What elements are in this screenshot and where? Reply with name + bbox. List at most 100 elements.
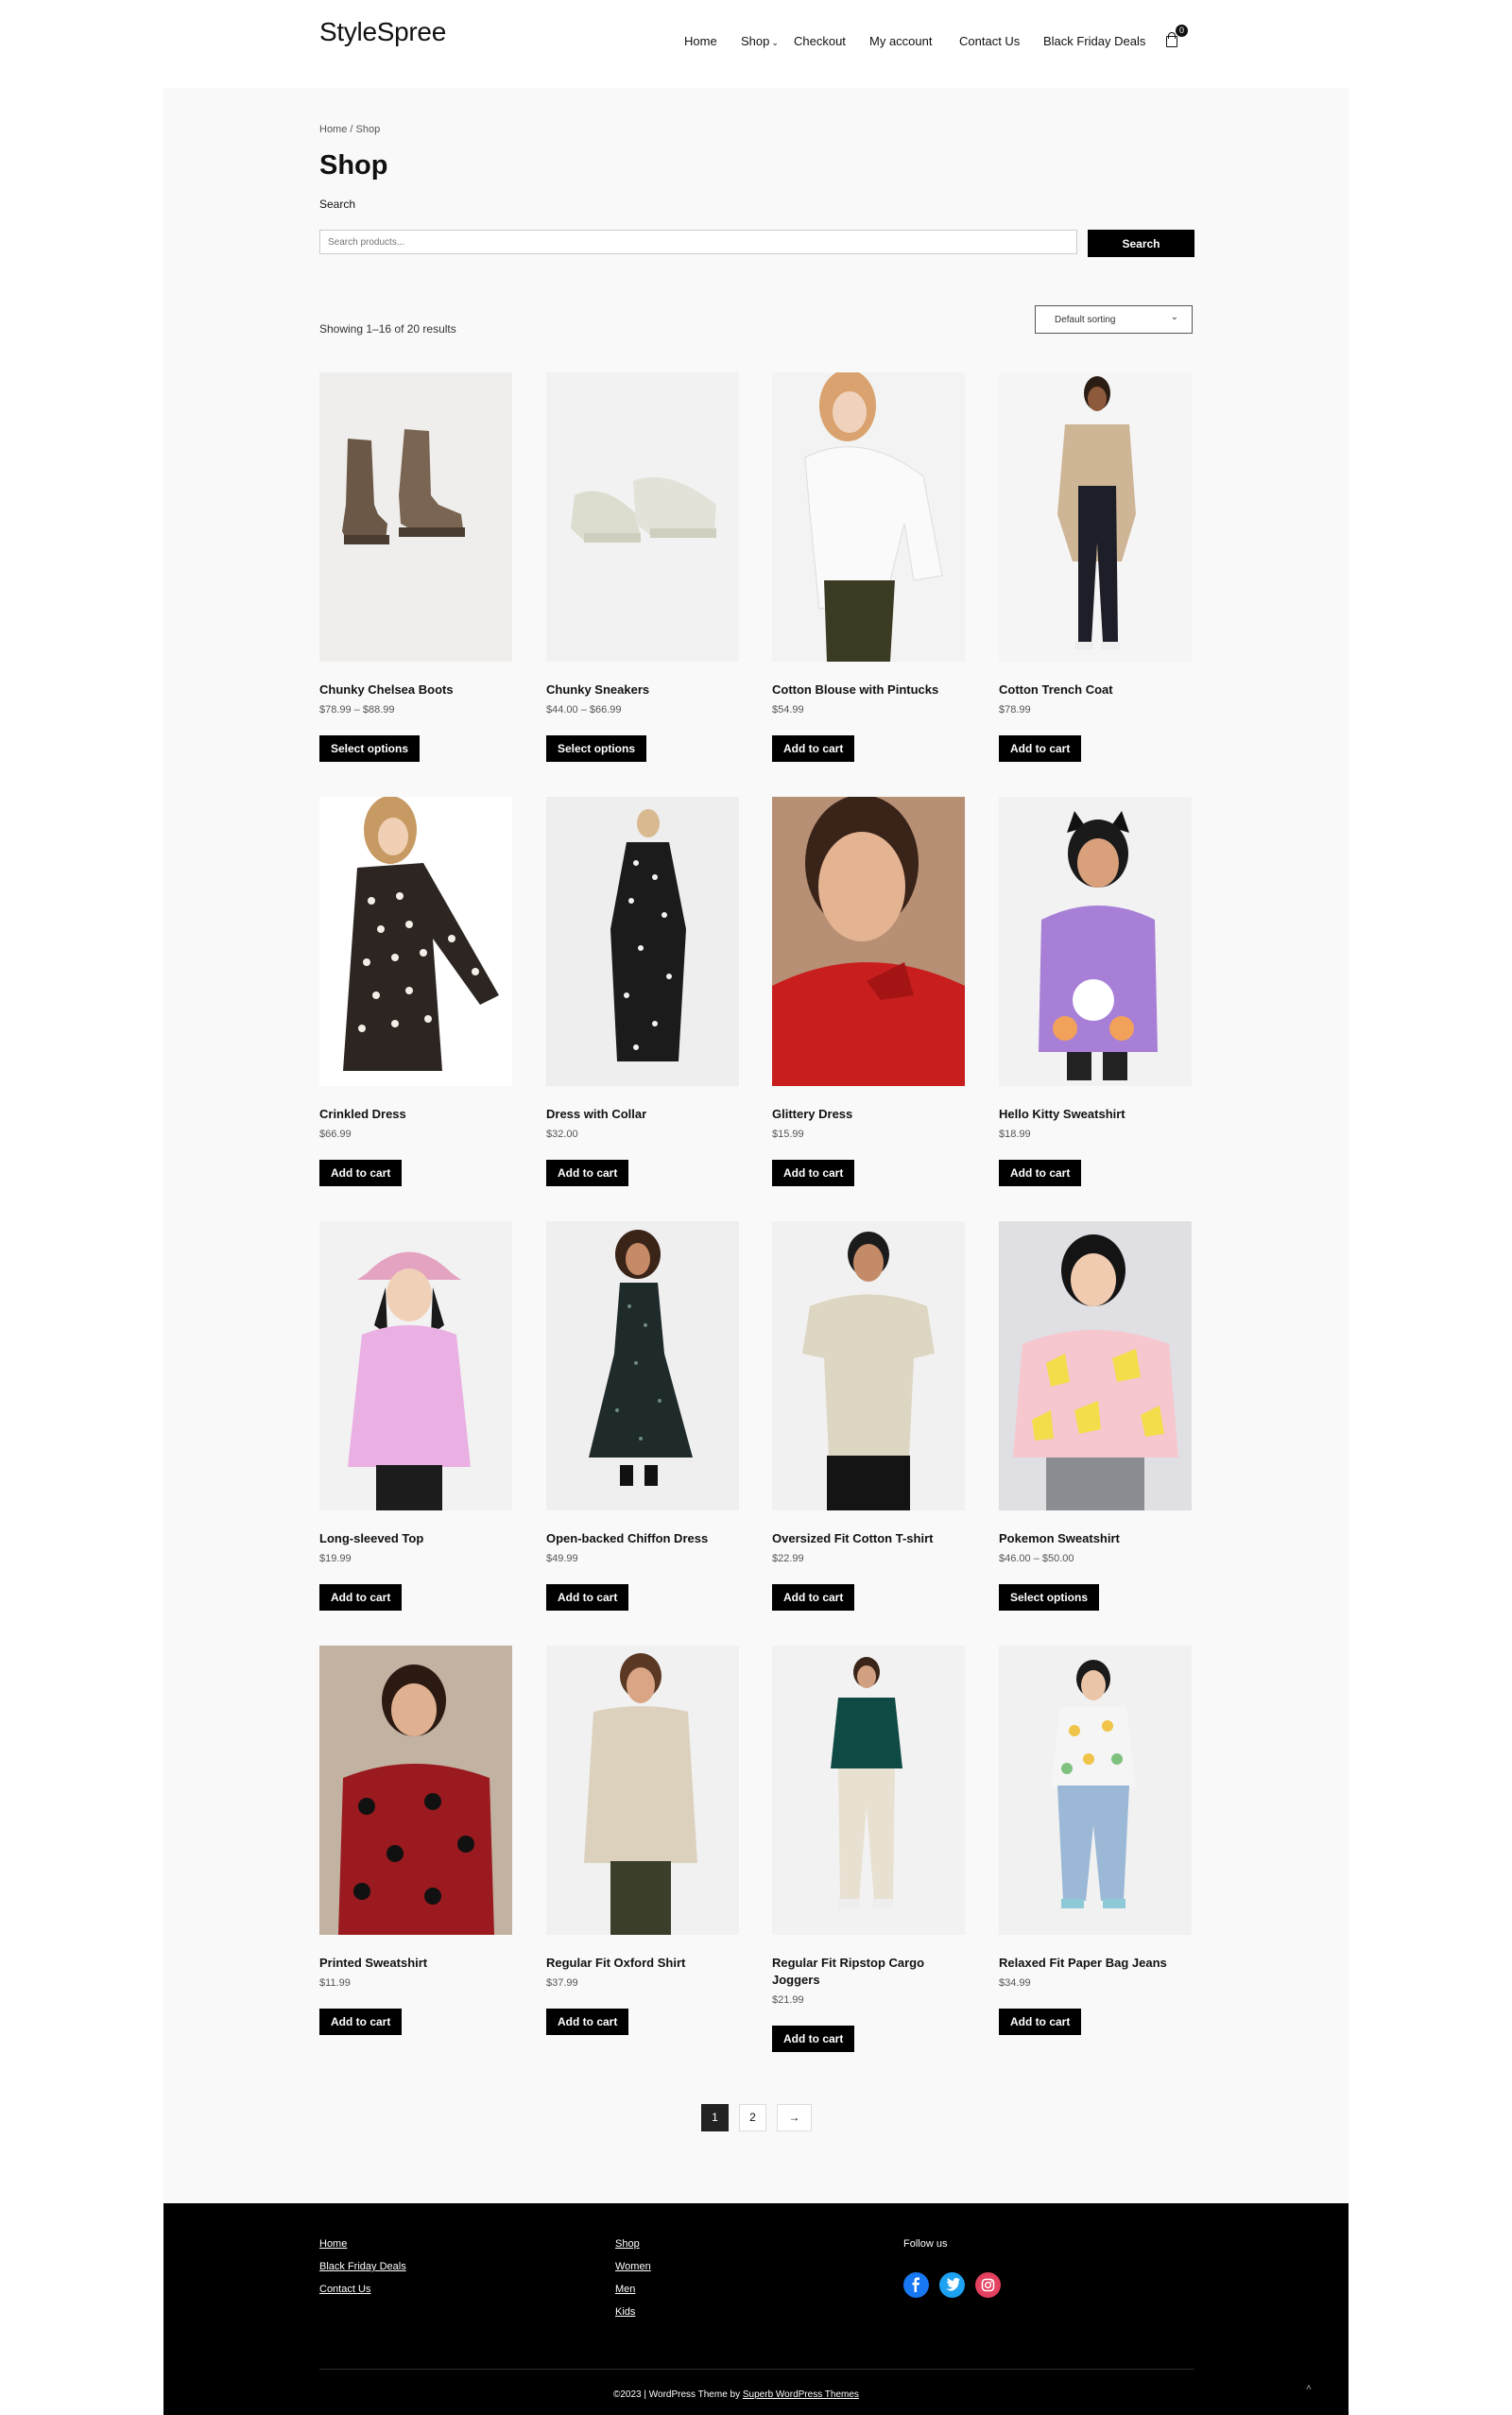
product-price: $54.99	[772, 704, 804, 716]
footer-link-home[interactable]: Home	[319, 2238, 347, 2250]
select-options-button[interactable]: Select options	[319, 735, 421, 762]
product-image[interactable]	[546, 1646, 739, 1935]
superb-themes-link[interactable]: Superb WordPress Themes	[743, 2389, 859, 2400]
add-to-cart-button[interactable]: Add to cart	[319, 1160, 403, 1186]
select-options-button[interactable]: Select options	[999, 1584, 1100, 1611]
product-name[interactable]: Cotton Trench Coat	[999, 681, 1193, 699]
footer-divider	[319, 2369, 1194, 2370]
product-name[interactable]: Relaxed Fit Paper Bag Jeans	[999, 1955, 1193, 1972]
select-options-button[interactable]: Select options	[546, 735, 647, 762]
product-price: $49.99	[546, 1553, 578, 1564]
sort-select-value: Default sorting	[1055, 315, 1116, 325]
follow-us-label: Follow us	[903, 2238, 948, 2250]
footer-link-men[interactable]: Men	[615, 2284, 635, 2295]
product-image[interactable]	[546, 797, 739, 1086]
product-image[interactable]	[999, 372, 1192, 662]
copyright-text: ©2023 | WordPress Theme by	[613, 2389, 743, 2400]
cart-icon[interactable]: 0	[1163, 25, 1188, 51]
chevron-down-icon: ⌄	[1170, 312, 1178, 322]
product-image[interactable]	[999, 1646, 1192, 1935]
footer-link-women[interactable]: Women	[615, 2261, 651, 2272]
result-count: Showing 1–16 of 20 results	[319, 322, 456, 336]
product-name[interactable]: Chunky Sneakers	[546, 681, 740, 699]
site-header: StyleSpree Home Shop ⌄ Checkout My accoun…	[0, 0, 1512, 88]
nav-black-friday-deals[interactable]: Black Friday Deals	[1043, 34, 1145, 48]
instagram-icon[interactable]	[975, 2272, 1001, 2298]
product-price: $32.00	[546, 1129, 578, 1140]
add-to-cart-button[interactable]: Add to cart	[546, 1584, 629, 1611]
product-price: $46.00 – $50.00	[999, 1553, 1074, 1564]
product-price: $19.99	[319, 1553, 352, 1564]
product-name[interactable]: Cotton Blouse with Pintucks	[772, 681, 966, 699]
twitter-icon[interactable]	[939, 2272, 965, 2298]
product-name[interactable]: Long-sleeved Top	[319, 1530, 513, 1547]
product-image[interactable]	[319, 1221, 512, 1510]
product-image[interactable]	[772, 372, 965, 662]
product-name[interactable]: Regular Fit Ripstop Cargo Joggers	[772, 1955, 966, 1989]
add-to-cart-button[interactable]: Add to cart	[546, 2009, 629, 2035]
product-image[interactable]	[546, 372, 739, 662]
add-to-cart-button[interactable]: Add to cart	[319, 1584, 403, 1611]
product-price: $37.99	[546, 1977, 578, 1989]
add-to-cart-button[interactable]: Add to cart	[319, 2009, 403, 2035]
nav-shop[interactable]: Shop ⌄	[741, 34, 779, 48]
product-name[interactable]: Hello Kitty Sweatshirt	[999, 1106, 1193, 1123]
product-price: $11.99	[319, 1977, 351, 1989]
product-image[interactable]	[772, 1221, 965, 1510]
product-image[interactable]	[999, 797, 1192, 1086]
product-image[interactable]	[546, 1221, 739, 1510]
product-name[interactable]: Open-backed Chiffon Dress	[546, 1530, 740, 1547]
nav-home[interactable]: Home	[684, 34, 717, 48]
add-to-cart-button[interactable]: Add to cart	[772, 1160, 855, 1186]
product-image[interactable]	[999, 1221, 1192, 1510]
product-price: $22.99	[772, 1553, 804, 1564]
product-price: $34.99	[999, 1977, 1031, 1989]
product-name[interactable]: Regular Fit Oxford Shirt	[546, 1955, 740, 1972]
footer-link-black-friday-deals[interactable]: Black Friday Deals	[319, 2261, 406, 2272]
breadcrumb: Home / Shop	[319, 124, 381, 135]
product-name[interactable]: Oversized Fit Cotton T-shirt	[772, 1530, 966, 1547]
product-image[interactable]	[772, 1646, 965, 1935]
add-to-cart-button[interactable]: Add to cart	[999, 2009, 1082, 2035]
product-price: $18.99	[999, 1129, 1031, 1140]
footer-link-shop[interactable]: Shop	[615, 2238, 640, 2250]
nav-my-account[interactable]: My account	[869, 34, 932, 48]
add-to-cart-button[interactable]: Add to cart	[999, 1160, 1082, 1186]
product-name[interactable]: Printed Sweatshirt	[319, 1955, 513, 1972]
page-1-current: 1	[701, 2104, 729, 2131]
footer-link-contact-us[interactable]: Contact Us	[319, 2284, 370, 2295]
shop-main: Home / Shop Shop Search Search Showing 1…	[163, 88, 1349, 2252]
site-footer: Home Black Friday Deals Contact Us Shop …	[163, 2203, 1349, 2415]
nav-contact-us[interactable]: Contact Us	[959, 34, 1020, 48]
cart-count-badge: 0	[1176, 25, 1188, 37]
product-name[interactable]: Pokemon Sweatshirt	[999, 1530, 1193, 1547]
product-name[interactable]: Crinkled Dress	[319, 1106, 513, 1123]
product-image[interactable]	[772, 797, 965, 1086]
search-button[interactable]: Search	[1088, 230, 1194, 257]
search-input[interactable]	[319, 230, 1077, 254]
facebook-icon[interactable]	[903, 2272, 929, 2298]
back-to-top-icon[interactable]: ˄	[1306, 2383, 1312, 2393]
add-to-cart-button[interactable]: Add to cart	[546, 1160, 629, 1186]
product-name[interactable]: Chunky Chelsea Boots	[319, 681, 513, 699]
nav-checkout[interactable]: Checkout	[794, 34, 846, 48]
sort-select[interactable]: Default sorting ⌄	[1035, 305, 1193, 334]
chevron-down-icon: ⌄	[771, 38, 779, 47]
product-name[interactable]: Dress with Collar	[546, 1106, 740, 1123]
footer-link-kids[interactable]: Kids	[615, 2306, 635, 2318]
product-image[interactable]	[319, 797, 512, 1086]
add-to-cart-button[interactable]: Add to cart	[999, 735, 1082, 762]
product-price: $78.99 – $88.99	[319, 704, 395, 716]
page-title: Shop	[319, 150, 388, 181]
product-name[interactable]: Glittery Dress	[772, 1106, 966, 1123]
page-2-link[interactable]: 2	[739, 2104, 766, 2131]
product-price: $66.99	[319, 1129, 352, 1140]
product-image[interactable]	[319, 1646, 512, 1935]
add-to-cart-button[interactable]: Add to cart	[772, 1584, 855, 1611]
add-to-cart-button[interactable]: Add to cart	[772, 735, 855, 762]
add-to-cart-button[interactable]: Add to cart	[772, 2026, 855, 2052]
cart-bag	[1166, 36, 1177, 47]
next-page-arrow[interactable]: →	[777, 2104, 812, 2131]
product-image[interactable]	[319, 372, 512, 662]
product-price: $44.00 – $66.99	[546, 704, 622, 716]
